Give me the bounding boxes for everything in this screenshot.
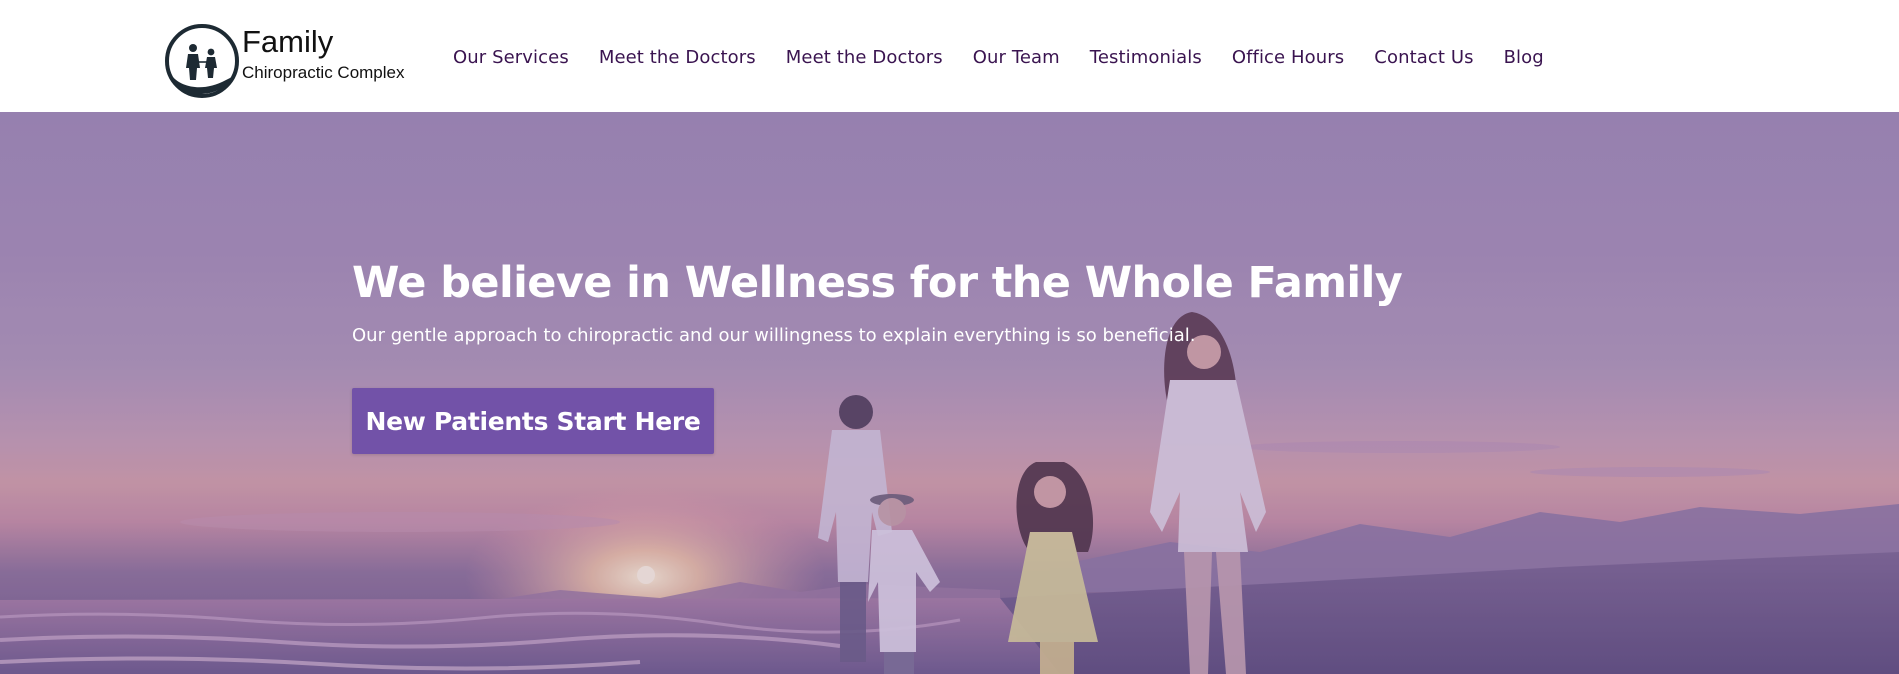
- hero-section: We believe in Wellness for the Whole Fam…: [0, 112, 1899, 674]
- logo-subtitle: Chiropractic Complex: [242, 63, 405, 82]
- hero-headline: We believe in Wellness for the Whole Fam…: [352, 258, 1403, 308]
- nav-office-hours[interactable]: Office Hours: [1232, 49, 1344, 67]
- nav-contact-us[interactable]: Contact Us: [1374, 49, 1473, 67]
- logo-title: Family: [242, 24, 334, 59]
- nav-blog[interactable]: Blog: [1504, 49, 1544, 67]
- family-hand-icon: [165, 24, 239, 98]
- nav-our-team[interactable]: Our Team: [973, 49, 1060, 67]
- hero-subheadline: Our gentle approach to chiropractic and …: [352, 325, 1196, 346]
- nav-testimonials[interactable]: Testimonials: [1090, 49, 1202, 67]
- site-logo[interactable]: Family Chiropractic Complex: [164, 22, 424, 102]
- nav-our-services[interactable]: Our Services: [453, 49, 569, 67]
- hero-overlay: [0, 112, 1899, 674]
- nav-meet-the-doctors-2[interactable]: Meet the Doctors: [786, 49, 943, 67]
- new-patients-button[interactable]: New Patients Start Here: [352, 388, 714, 454]
- nav-meet-the-doctors[interactable]: Meet the Doctors: [599, 49, 756, 67]
- main-nav: Our Services Meet the Doctors Meet the D…: [453, 49, 1544, 67]
- site-header: Family Chiropractic Complex Our Services…: [0, 0, 1899, 112]
